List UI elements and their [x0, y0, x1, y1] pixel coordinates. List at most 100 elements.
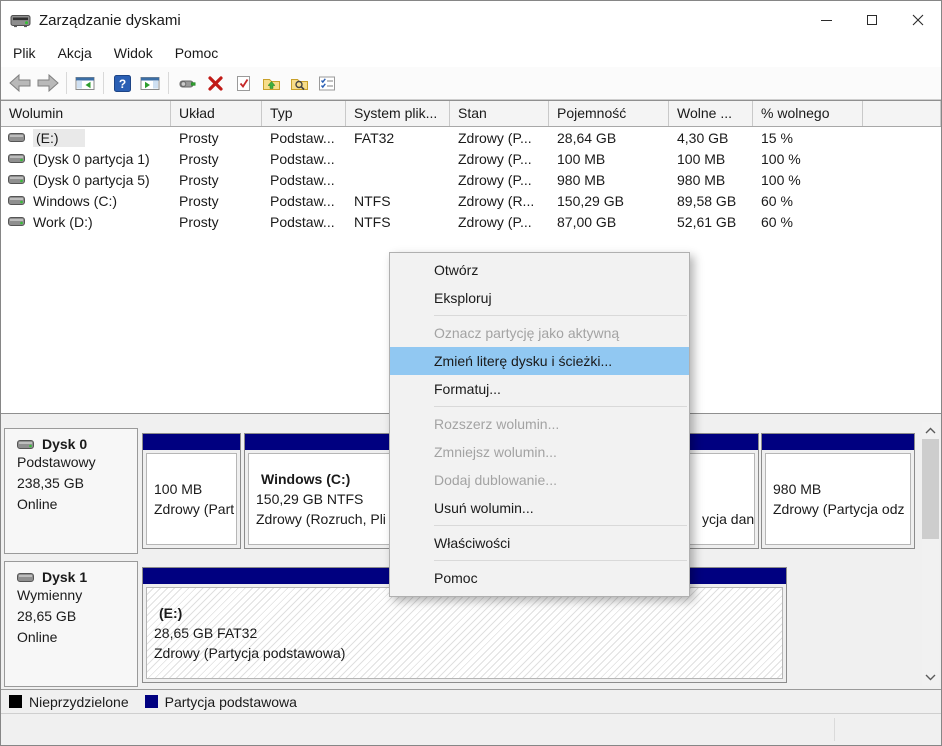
- volume-fs: NTFS: [346, 193, 450, 209]
- volume-status: Zdrowy (P...: [450, 214, 549, 230]
- volume-fs: NTFS: [346, 214, 450, 230]
- minimize-button[interactable]: [803, 1, 849, 39]
- forward-button[interactable]: [34, 70, 62, 96]
- check-document-icon: [235, 75, 252, 92]
- help-button[interactable]: ?: [108, 70, 136, 96]
- volume-free-pct: 60 %: [753, 214, 863, 230]
- header-pojemnosc[interactable]: Pojemność: [549, 101, 669, 126]
- help-icon: ?: [114, 75, 131, 92]
- properties-list-button[interactable]: [313, 70, 341, 96]
- scroll-down-button[interactable]: [922, 669, 939, 686]
- header-uklad[interactable]: Układ: [171, 101, 262, 126]
- menu-item-otworz[interactable]: Otwórz: [390, 256, 689, 284]
- menu-separator: [434, 315, 687, 316]
- verify-document-button[interactable]: [229, 70, 257, 96]
- volume-free: 52,61 GB: [669, 214, 753, 230]
- volume-layout: Prosty: [171, 151, 262, 167]
- menu-item-pomoc[interactable]: Pomoc: [390, 564, 689, 592]
- legend-unallocated-label: Nieprzydzielone: [29, 694, 129, 710]
- header-wolumin[interactable]: Wolumin: [1, 101, 171, 126]
- menu-pomoc[interactable]: Pomoc: [164, 41, 230, 65]
- header-system-plikow[interactable]: System plik...: [346, 101, 450, 126]
- table-row[interactable]: (E:) Prosty Podstaw... FAT32 Zdrowy (P..…: [1, 127, 941, 148]
- primary-partition-swatch: [145, 695, 158, 708]
- header-stan[interactable]: Stan: [450, 101, 549, 126]
- header-typ[interactable]: Typ: [262, 101, 346, 126]
- menu-item-usun-wolumin[interactable]: Usuń wolumin...: [390, 494, 689, 522]
- menubar: Plik Akcja Widok Pomoc: [1, 39, 941, 67]
- close-button[interactable]: [895, 1, 941, 39]
- show-action-pane-button[interactable]: [136, 70, 164, 96]
- scrollbar-thumb[interactable]: [922, 439, 939, 539]
- volume-list-header: Wolumin Układ Typ System plik... Stan Po…: [1, 101, 941, 127]
- volume-free-pct: 100 %: [753, 151, 863, 167]
- scroll-up-button[interactable]: [922, 422, 939, 439]
- back-button[interactable]: [6, 70, 34, 96]
- find-folder-button[interactable]: [285, 70, 313, 96]
- partition-disk0-system[interactable]: 100 MB Zdrowy (Part: [142, 433, 241, 549]
- menu-widok[interactable]: Widok: [103, 41, 164, 65]
- window-title: Zarządzanie dyskami: [39, 12, 181, 29]
- volume-name: (E:): [33, 129, 85, 147]
- table-row[interactable]: (Dysk 0 partycja 1) Prosty Podstaw... Zd…: [1, 148, 941, 169]
- app-icon: [10, 12, 32, 28]
- toolbar-separator: [103, 72, 104, 94]
- delete-icon: [207, 75, 224, 92]
- status-bar: [1, 714, 941, 745]
- menu-item-zmniejsz-wolumin: Zmniejsz wolumin...: [390, 438, 689, 466]
- header-procent-wolnego[interactable]: % wolnego: [753, 101, 863, 126]
- disk1-label[interactable]: Dysk 1 Wymienny 28,65 GB Online: [4, 561, 138, 687]
- forward-icon: [37, 74, 59, 92]
- remote-view-button[interactable]: [173, 70, 201, 96]
- table-row[interactable]: Windows (C:) Prosty Podstaw... NTFS Zdro…: [1, 190, 941, 211]
- export-folder-button[interactable]: [257, 70, 285, 96]
- partition-disk0-recovery[interactable]: 980 MB Zdrowy (Partycja odz: [761, 433, 915, 549]
- partition-status: Zdrowy (Partycja podstawowa): [154, 643, 775, 663]
- volume-capacity: 28,64 GB: [549, 130, 669, 146]
- folder-search-icon: [290, 75, 309, 92]
- volume-capacity: 87,00 GB: [549, 214, 669, 230]
- menu-separator: [434, 525, 687, 526]
- maximize-icon: [867, 15, 877, 25]
- volume-type: Podstaw...: [262, 151, 346, 167]
- volume-name: Windows (C:): [33, 193, 117, 209]
- menu-item-eksploruj[interactable]: Eksploruj: [390, 284, 689, 312]
- legend-primary-label: Partycja podstawowa: [165, 694, 297, 710]
- volume-type: Podstaw...: [262, 214, 346, 230]
- show-console-tree-button[interactable]: [71, 70, 99, 96]
- disk-icon: [17, 573, 34, 582]
- minimize-icon: [821, 20, 832, 21]
- header-wolne[interactable]: Wolne ...: [669, 101, 753, 126]
- titlebar: Zarządzanie dyskami: [1, 1, 941, 39]
- volume-free: 100 MB: [669, 151, 753, 167]
- partition-context-menu: Otwórz Eksploruj Oznacz partycję jako ak…: [389, 252, 690, 597]
- volume-icon: [8, 217, 25, 226]
- disk-state: Online: [17, 494, 137, 515]
- disk-kind: Wymienny: [17, 585, 137, 606]
- volume-icon: [8, 196, 25, 205]
- maximize-button[interactable]: [849, 1, 895, 39]
- menu-akcja[interactable]: Akcja: [47, 41, 103, 65]
- console-tree-icon: [75, 75, 95, 92]
- chevron-down-icon: [925, 674, 936, 681]
- menu-separator: [434, 406, 687, 407]
- volume-layout: Prosty: [171, 130, 262, 146]
- menu-plik[interactable]: Plik: [2, 41, 47, 65]
- menu-item-zmien-litere-dysku[interactable]: Zmień literę dysku i ścieżki...: [390, 347, 689, 375]
- menu-item-formatuj[interactable]: Formatuj...: [390, 375, 689, 403]
- menu-item-wlasciwosci[interactable]: Właściwości: [390, 529, 689, 557]
- disk-name: Dysk 0: [42, 436, 87, 452]
- disk-kind: Podstawowy: [17, 452, 137, 473]
- delete-button[interactable]: [201, 70, 229, 96]
- disk0-label[interactable]: Dysk 0 Podstawowy 238,35 GB Online: [4, 428, 138, 554]
- svg-text:?: ?: [118, 77, 125, 91]
- menu-separator: [434, 560, 687, 561]
- volume-free-pct: 15 %: [753, 130, 863, 146]
- remote-device-icon: [178, 75, 197, 92]
- table-row[interactable]: Work (D:) Prosty Podstaw... NTFS Zdrowy …: [1, 211, 941, 232]
- disk-management-window: Zarządzanie dyskami Plik Akcja Widok Pom…: [0, 0, 942, 746]
- table-row[interactable]: (Dysk 0 partycja 5) Prosty Podstaw... Zd…: [1, 169, 941, 190]
- volume-type: Podstaw...: [262, 130, 346, 146]
- volume-layout: Prosty: [171, 172, 262, 188]
- vertical-scrollbar[interactable]: [922, 422, 939, 686]
